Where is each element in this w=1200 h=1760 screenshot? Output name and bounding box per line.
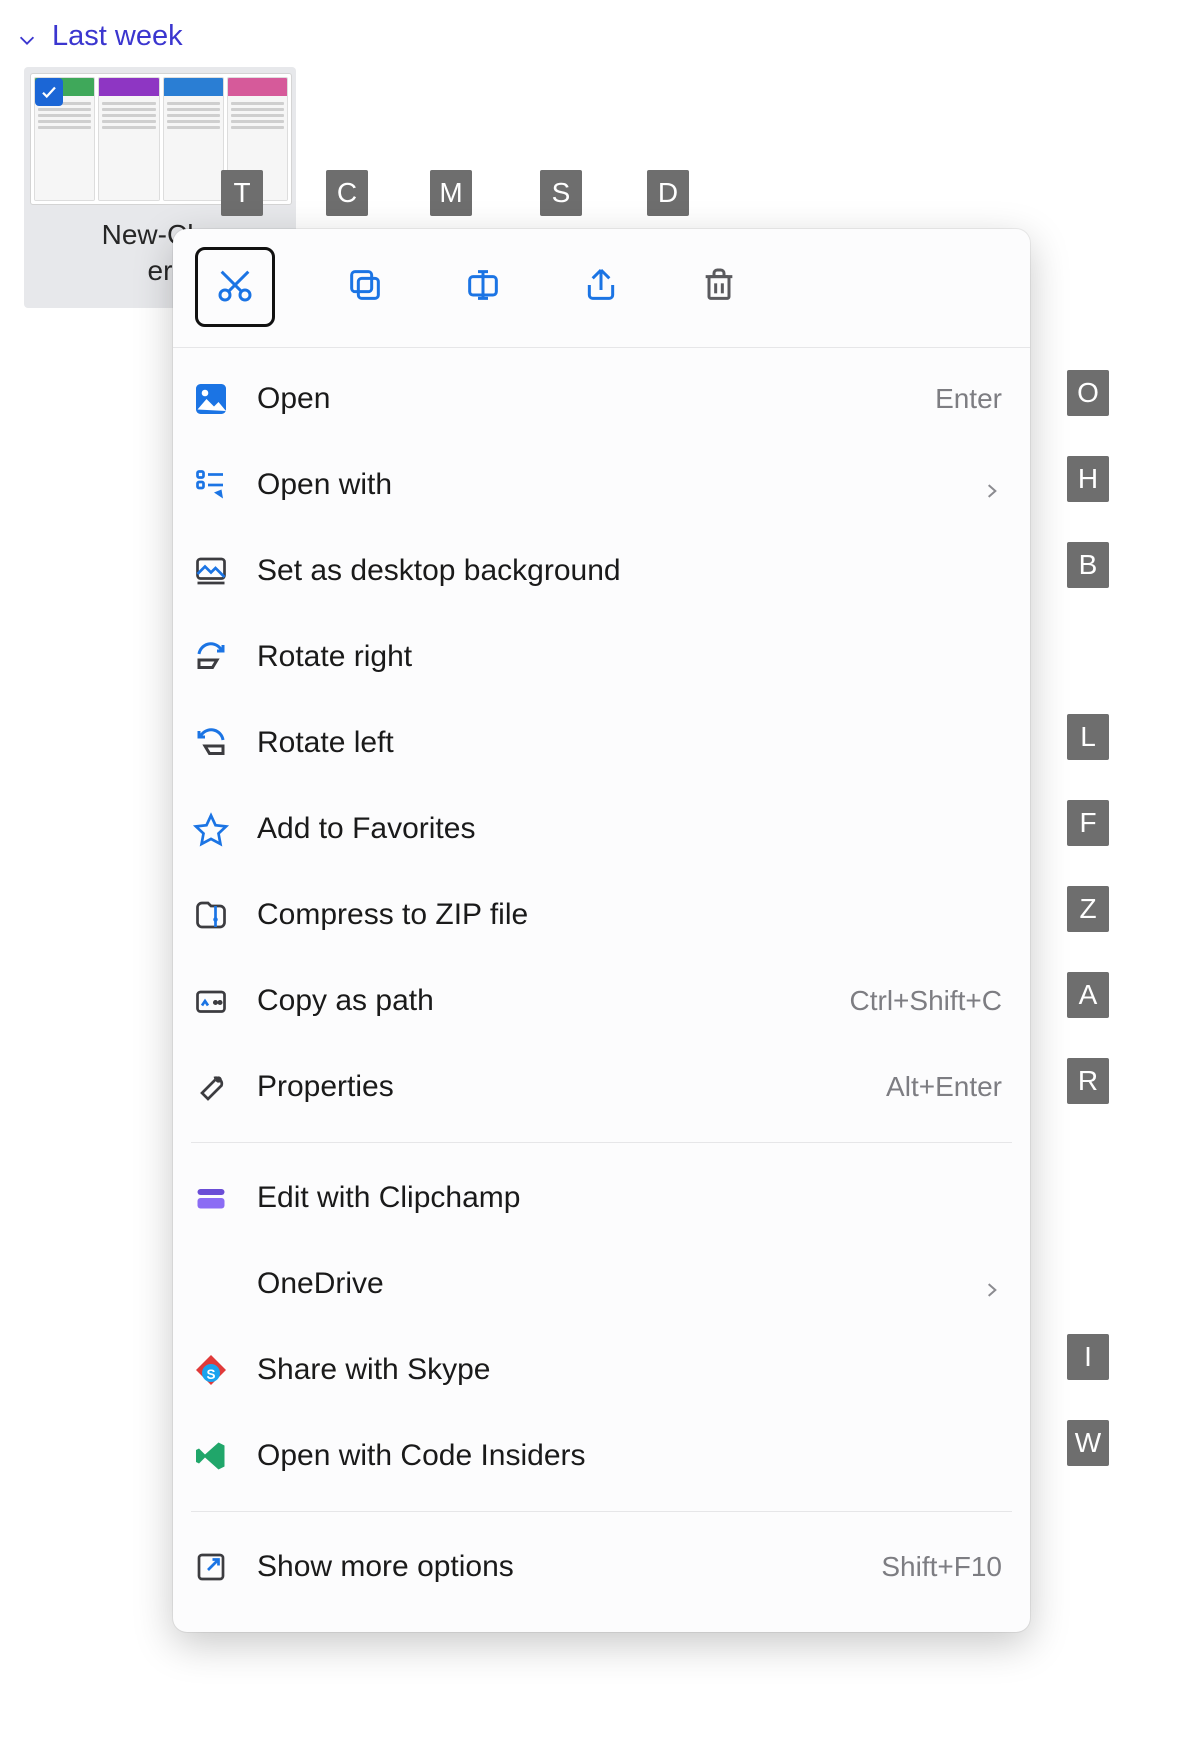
menu-compress-zip[interactable]: Compress to ZIP file (173, 872, 1030, 958)
vscode-insiders-icon (191, 1436, 231, 1476)
menu-show-more[interactable]: Show more options Shift+F10 (173, 1524, 1030, 1610)
menu-clipchamp[interactable]: Edit with Clipchamp (173, 1155, 1030, 1241)
rename-button[interactable] (455, 259, 511, 315)
copy-button[interactable] (337, 259, 393, 315)
rename-icon (463, 265, 503, 310)
menu-label: Edit with Clipchamp (257, 1181, 1002, 1215)
key-hint: M (430, 170, 472, 216)
menu-share-skype[interactable]: S Share with Skype (173, 1327, 1030, 1413)
menu-open[interactable]: Open Enter (173, 356, 1030, 442)
wrench-icon (191, 1067, 231, 1107)
menu-label: Show more options (257, 1550, 855, 1584)
chevron-down-icon (16, 26, 38, 48)
menu-onedrive[interactable]: OneDrive (173, 1241, 1030, 1327)
menu-shortcut: Ctrl+Shift+C (850, 985, 1003, 1017)
rotate-left-icon (191, 723, 231, 763)
chevron-right-icon (982, 1274, 1002, 1294)
share-button[interactable] (573, 259, 629, 315)
key-hint: B (1067, 542, 1109, 588)
trash-icon (699, 265, 739, 310)
delete-button[interactable] (691, 259, 747, 315)
menu-set-background[interactable]: Set as desktop background (173, 528, 1030, 614)
menu-properties[interactable]: Properties Alt+Enter (173, 1044, 1030, 1130)
menu-shortcut: Shift+F10 (881, 1551, 1002, 1583)
key-hint: C (326, 170, 368, 216)
menu-rotate-right[interactable]: Rotate right (173, 614, 1030, 700)
group-label: Last week (52, 20, 183, 53)
svg-text:S: S (206, 1367, 215, 1382)
menu-label: Rotate left (257, 726, 1002, 760)
menu-shortcut: Alt+Enter (886, 1071, 1002, 1103)
key-hint: R (1067, 1058, 1109, 1104)
clipchamp-icon (191, 1178, 231, 1218)
open-with-icon (191, 465, 231, 505)
skype-icon: S (191, 1350, 231, 1390)
key-hint: Z (1067, 886, 1109, 932)
key-hint: L (1067, 714, 1109, 760)
menu-copy-path[interactable]: Copy as path Ctrl+Shift+C (173, 958, 1030, 1044)
scissors-icon (215, 265, 255, 310)
menu-code-insiders[interactable]: Open with Code Insiders (173, 1413, 1030, 1499)
key-hint: A (1067, 972, 1109, 1018)
separator (191, 1142, 1012, 1143)
menu-label: Copy as path (257, 984, 824, 1018)
selected-check-icon (35, 78, 63, 106)
menu-label: Set as desktop background (257, 554, 1002, 588)
key-hint: O (1067, 370, 1109, 416)
menu-shortcut: Enter (935, 383, 1002, 415)
expand-icon (191, 1547, 231, 1587)
menu-open-with[interactable]: Open with (173, 442, 1030, 528)
key-hint: S (540, 170, 582, 216)
key-hint: T (221, 170, 263, 216)
context-menu: Open Enter Open with (173, 229, 1030, 1632)
copy-icon (345, 265, 385, 310)
blank-icon (191, 1264, 231, 1304)
group-header[interactable]: Last week (0, 0, 1200, 53)
key-hint: D (647, 170, 689, 216)
menu-label: Open with (257, 468, 956, 502)
menu-label: Share with Skype (257, 1353, 1002, 1387)
cut-button[interactable] (195, 247, 275, 327)
menu-label: OneDrive (257, 1267, 956, 1301)
zip-icon (191, 895, 231, 935)
menu-label: Properties (257, 1070, 860, 1104)
separator (191, 1511, 1012, 1512)
context-toolbar (173, 229, 1030, 348)
photo-icon (191, 379, 231, 419)
menu-add-favorites[interactable]: Add to Favorites (173, 786, 1030, 872)
menu-label: Compress to ZIP file (257, 898, 1002, 932)
key-hint: W (1067, 1420, 1109, 1466)
star-icon (191, 809, 231, 849)
key-hint: F (1067, 800, 1109, 846)
menu-label: Add to Favorites (257, 812, 1002, 846)
copy-path-icon (191, 981, 231, 1021)
key-hint: I (1067, 1334, 1109, 1380)
menu-label: Rotate right (257, 640, 1002, 674)
desktop-background-icon (191, 551, 231, 591)
key-hint: H (1067, 456, 1109, 502)
menu-rotate-left[interactable]: Rotate left (173, 700, 1030, 786)
rotate-right-icon (191, 637, 231, 677)
menu-label: Open with Code Insiders (257, 1439, 1002, 1473)
share-icon (581, 265, 621, 310)
chevron-right-icon (982, 475, 1002, 495)
menu-label: Open (257, 382, 909, 416)
